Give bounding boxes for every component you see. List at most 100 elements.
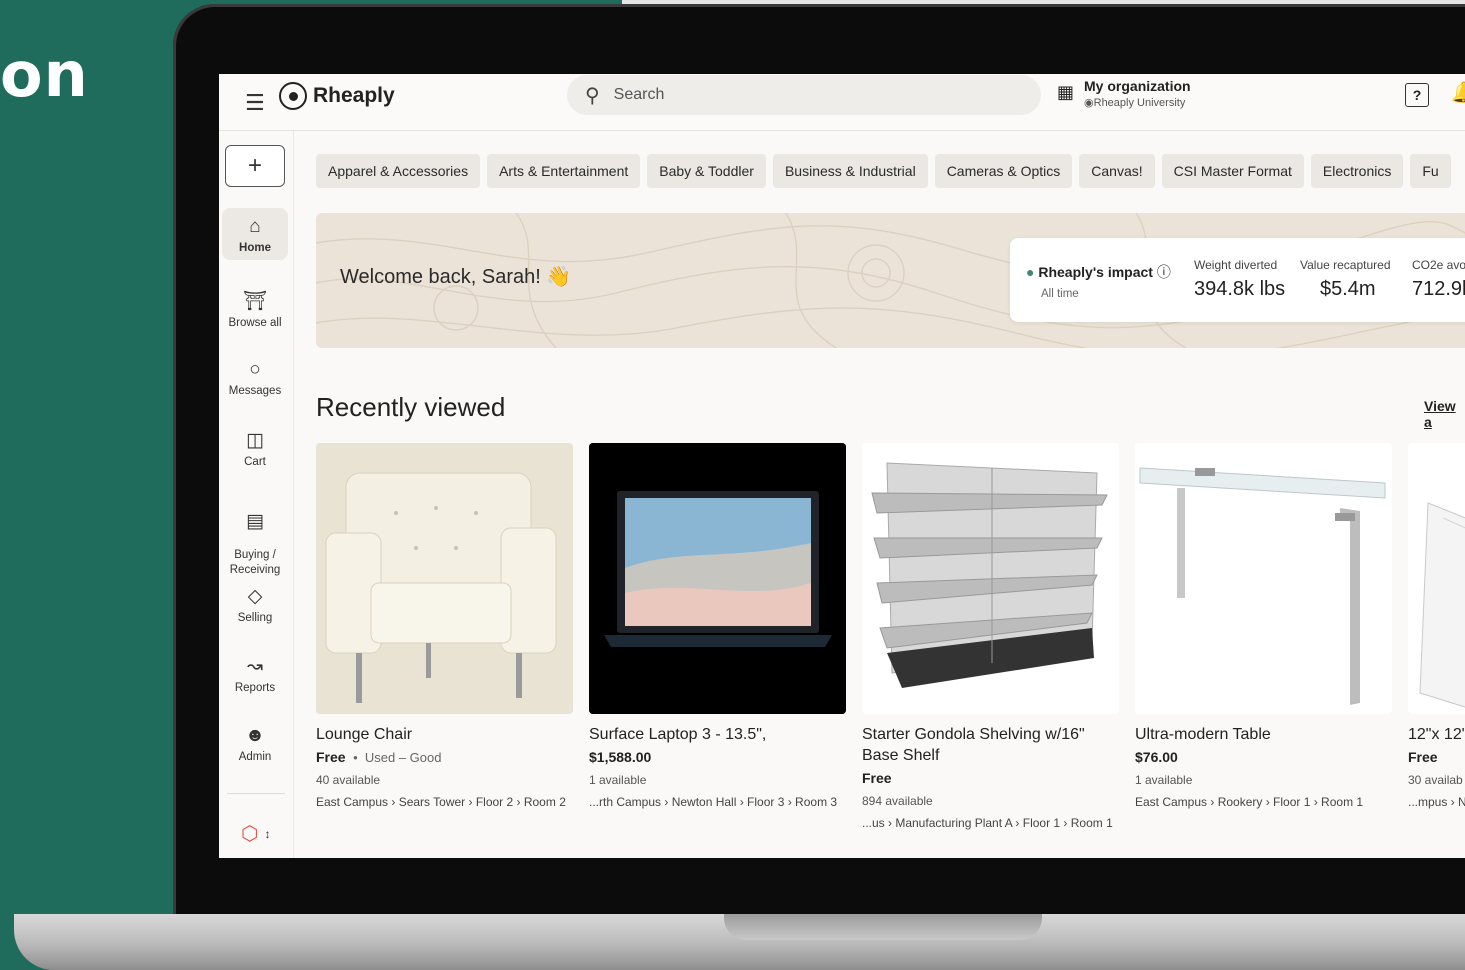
chevron-updown-icon: ↕ (264, 826, 271, 841)
listing-image[interactable] (862, 443, 1119, 714)
app-switcher[interactable]: ⬡ ↕ (241, 821, 270, 846)
admin-icon: ☻ (245, 725, 265, 746)
impact-period: All time (1041, 288, 1079, 300)
table-illustration (1135, 443, 1392, 714)
category-chip[interactable]: CSI Master Format (1161, 154, 1304, 188)
category-chip[interactable]: Fu (1410, 154, 1451, 188)
org-name: My organization (1084, 78, 1191, 94)
sidebar-item-label: Reports (234, 682, 276, 694)
sidebar: + ⌂ Home ⛩ Browse all ○ Messages ◫ Cart … (219, 131, 294, 858)
listing-image[interactable] (1408, 443, 1465, 714)
listing-condition: Used – Good (364, 750, 442, 765)
listing-card[interactable]: Lounge Chair Free • Used – Good 40 avail… (316, 443, 573, 809)
listing-location: ...rth Campus › Newton Hall › Floor 3 › … (589, 795, 838, 809)
home-icon: ⌂ (249, 216, 261, 237)
welcome-message: Welcome back, Sarah! 👋 (340, 266, 572, 288)
basket-icon: ▤ (246, 511, 264, 532)
rheaply-brand-icon: ⬡ (241, 823, 259, 845)
sidebar-item-buying-receiving[interactable]: ▤ Buying / Receiving (222, 491, 288, 584)
category-chip[interactable]: Arts & Entertainment (487, 154, 641, 188)
listing-price: $76.00 (1135, 749, 1178, 765)
bell-icon[interactable]: 🔔 (1451, 80, 1465, 105)
panel-illustration (1408, 443, 1465, 714)
sidebar-item-home[interactable]: ⌂ Home (222, 208, 288, 260)
welcome-banner: Welcome back, Sarah! 👋 ● Rheaply's impac… (316, 213, 1465, 348)
add-listing-button[interactable]: + (225, 145, 285, 187)
metric-label: Value recaptured (1300, 258, 1391, 272)
listing-image[interactable] (1135, 443, 1392, 714)
listing-card[interactable]: 12"x 12" ( Free 30 availab ...mpus › N (1408, 443, 1465, 809)
category-chip[interactable]: Canvas! (1079, 154, 1155, 188)
hero-text: on (0, 38, 89, 111)
storefront-icon: ⛩ (242, 291, 268, 312)
listing-availability: 30 availab (1408, 773, 1463, 787)
metric-weight-diverted: Weight diverted 394.8k lbs (1194, 258, 1285, 301)
category-chip[interactable]: Cameras & Optics (934, 154, 1073, 188)
building-icon: ▦ (1057, 82, 1075, 102)
top-header: ☰ Rheaply ⚲ ▦ My organization ◉Rheaply U… (219, 74, 1465, 131)
listing-availability: 1 available (589, 773, 647, 787)
category-chip[interactable]: Apparel & Accessories (316, 154, 481, 188)
hamburger-menu-icon[interactable]: ☰ (245, 90, 265, 116)
listing-image[interactable] (589, 443, 846, 714)
org-sub: Rheaply University (1093, 97, 1186, 109)
metric-co2e-avoided: CO2e avo 712.9k (1412, 258, 1465, 301)
search-bar[interactable]: ⚲ (567, 75, 1041, 115)
chat-icon: ○ (249, 359, 261, 380)
listing-availability: 40 available (316, 773, 381, 787)
sidebar-item-admin[interactable]: ☻ Admin (222, 717, 288, 769)
sidebar-item-cart[interactable]: ◫ Cart (222, 421, 288, 474)
cart-icon: ◫ (246, 430, 264, 451)
organization-switcher[interactable]: ▦ My organization ◉Rheaply University (1057, 78, 1191, 109)
listing-name[interactable]: Starter Gondola Shelving w/16" Base Shel… (862, 724, 1119, 766)
sidebar-item-label: Admin (238, 751, 272, 763)
leaf-icon: ● (1026, 264, 1035, 280)
listing-card[interactable]: Ultra-modern Table $76.00 1 available Ea… (1135, 443, 1392, 809)
logo-text: Rheaply (313, 84, 395, 107)
laptop-notch (724, 914, 1042, 940)
view-all-link[interactable]: View a (1424, 398, 1465, 430)
category-chip[interactable]: Electronics (1310, 154, 1404, 188)
info-icon[interactable]: ⓘ (1157, 264, 1171, 280)
category-chip[interactable]: Business & Industrial (772, 154, 928, 188)
sidebar-item-label: Messages (228, 385, 282, 397)
chair-illustration (316, 443, 573, 714)
listing-availability: 894 available (862, 794, 933, 808)
section-title: Recently viewed (316, 392, 506, 422)
listing-name[interactable]: Ultra-modern Table (1135, 724, 1392, 745)
search-input[interactable] (611, 85, 996, 105)
sidebar-item-label: Buying / Receiving (229, 549, 281, 576)
laptop-illustration (589, 443, 846, 714)
metric-value: $5.4m (1320, 278, 1376, 300)
listing-price: Free (1408, 749, 1438, 765)
listing-price: Free (862, 770, 892, 786)
listing-image[interactable] (316, 443, 573, 714)
logo[interactable]: Rheaply (279, 82, 395, 110)
listing-price: Free (316, 749, 346, 765)
impact-card: ● Rheaply's impact ⓘ All time Weight div… (1010, 238, 1465, 322)
sidebar-item-label: Selling (237, 612, 273, 624)
sidebar-divider (227, 793, 285, 794)
metric-value: 394.8k lbs (1194, 278, 1286, 300)
sidebar-item-messages[interactable]: ○ Messages (222, 351, 288, 403)
listing-price: $1,588.00 (589, 749, 652, 765)
sidebar-item-reports[interactable]: ↝ Reports (222, 647, 288, 700)
search-icon: ⚲ (585, 84, 600, 107)
category-chip[interactable]: Baby & Toddler (647, 154, 766, 188)
help-button[interactable]: ? (1405, 83, 1429, 107)
sidebar-item-browse-all[interactable]: ⛩ Browse all (222, 281, 288, 335)
metric-label: Weight diverted (1194, 258, 1278, 272)
sidebar-item-label: Home (239, 242, 271, 254)
separator-dot: • (349, 750, 365, 765)
listing-location: ...mpus › N (1408, 795, 1465, 809)
listing-card[interactable]: Starter Gondola Shelving w/16" Base Shel… (862, 443, 1119, 830)
sidebar-item-label: Cart (244, 456, 266, 468)
chart-icon: ↝ (247, 656, 263, 677)
listing-name[interactable]: 12"x 12" ( (1408, 724, 1465, 745)
sidebar-item-selling[interactable]: ◇ Selling (222, 577, 288, 630)
listing-name[interactable]: Surface Laptop 3 - 13.5", (589, 724, 846, 745)
listing-card[interactable]: Surface Laptop 3 - 13.5", $1,588.00 1 av… (589, 443, 846, 809)
location-pin-icon: ◉ (1084, 97, 1094, 109)
listing-availability: 1 available (1135, 773, 1193, 787)
listing-name[interactable]: Lounge Chair (316, 724, 573, 745)
